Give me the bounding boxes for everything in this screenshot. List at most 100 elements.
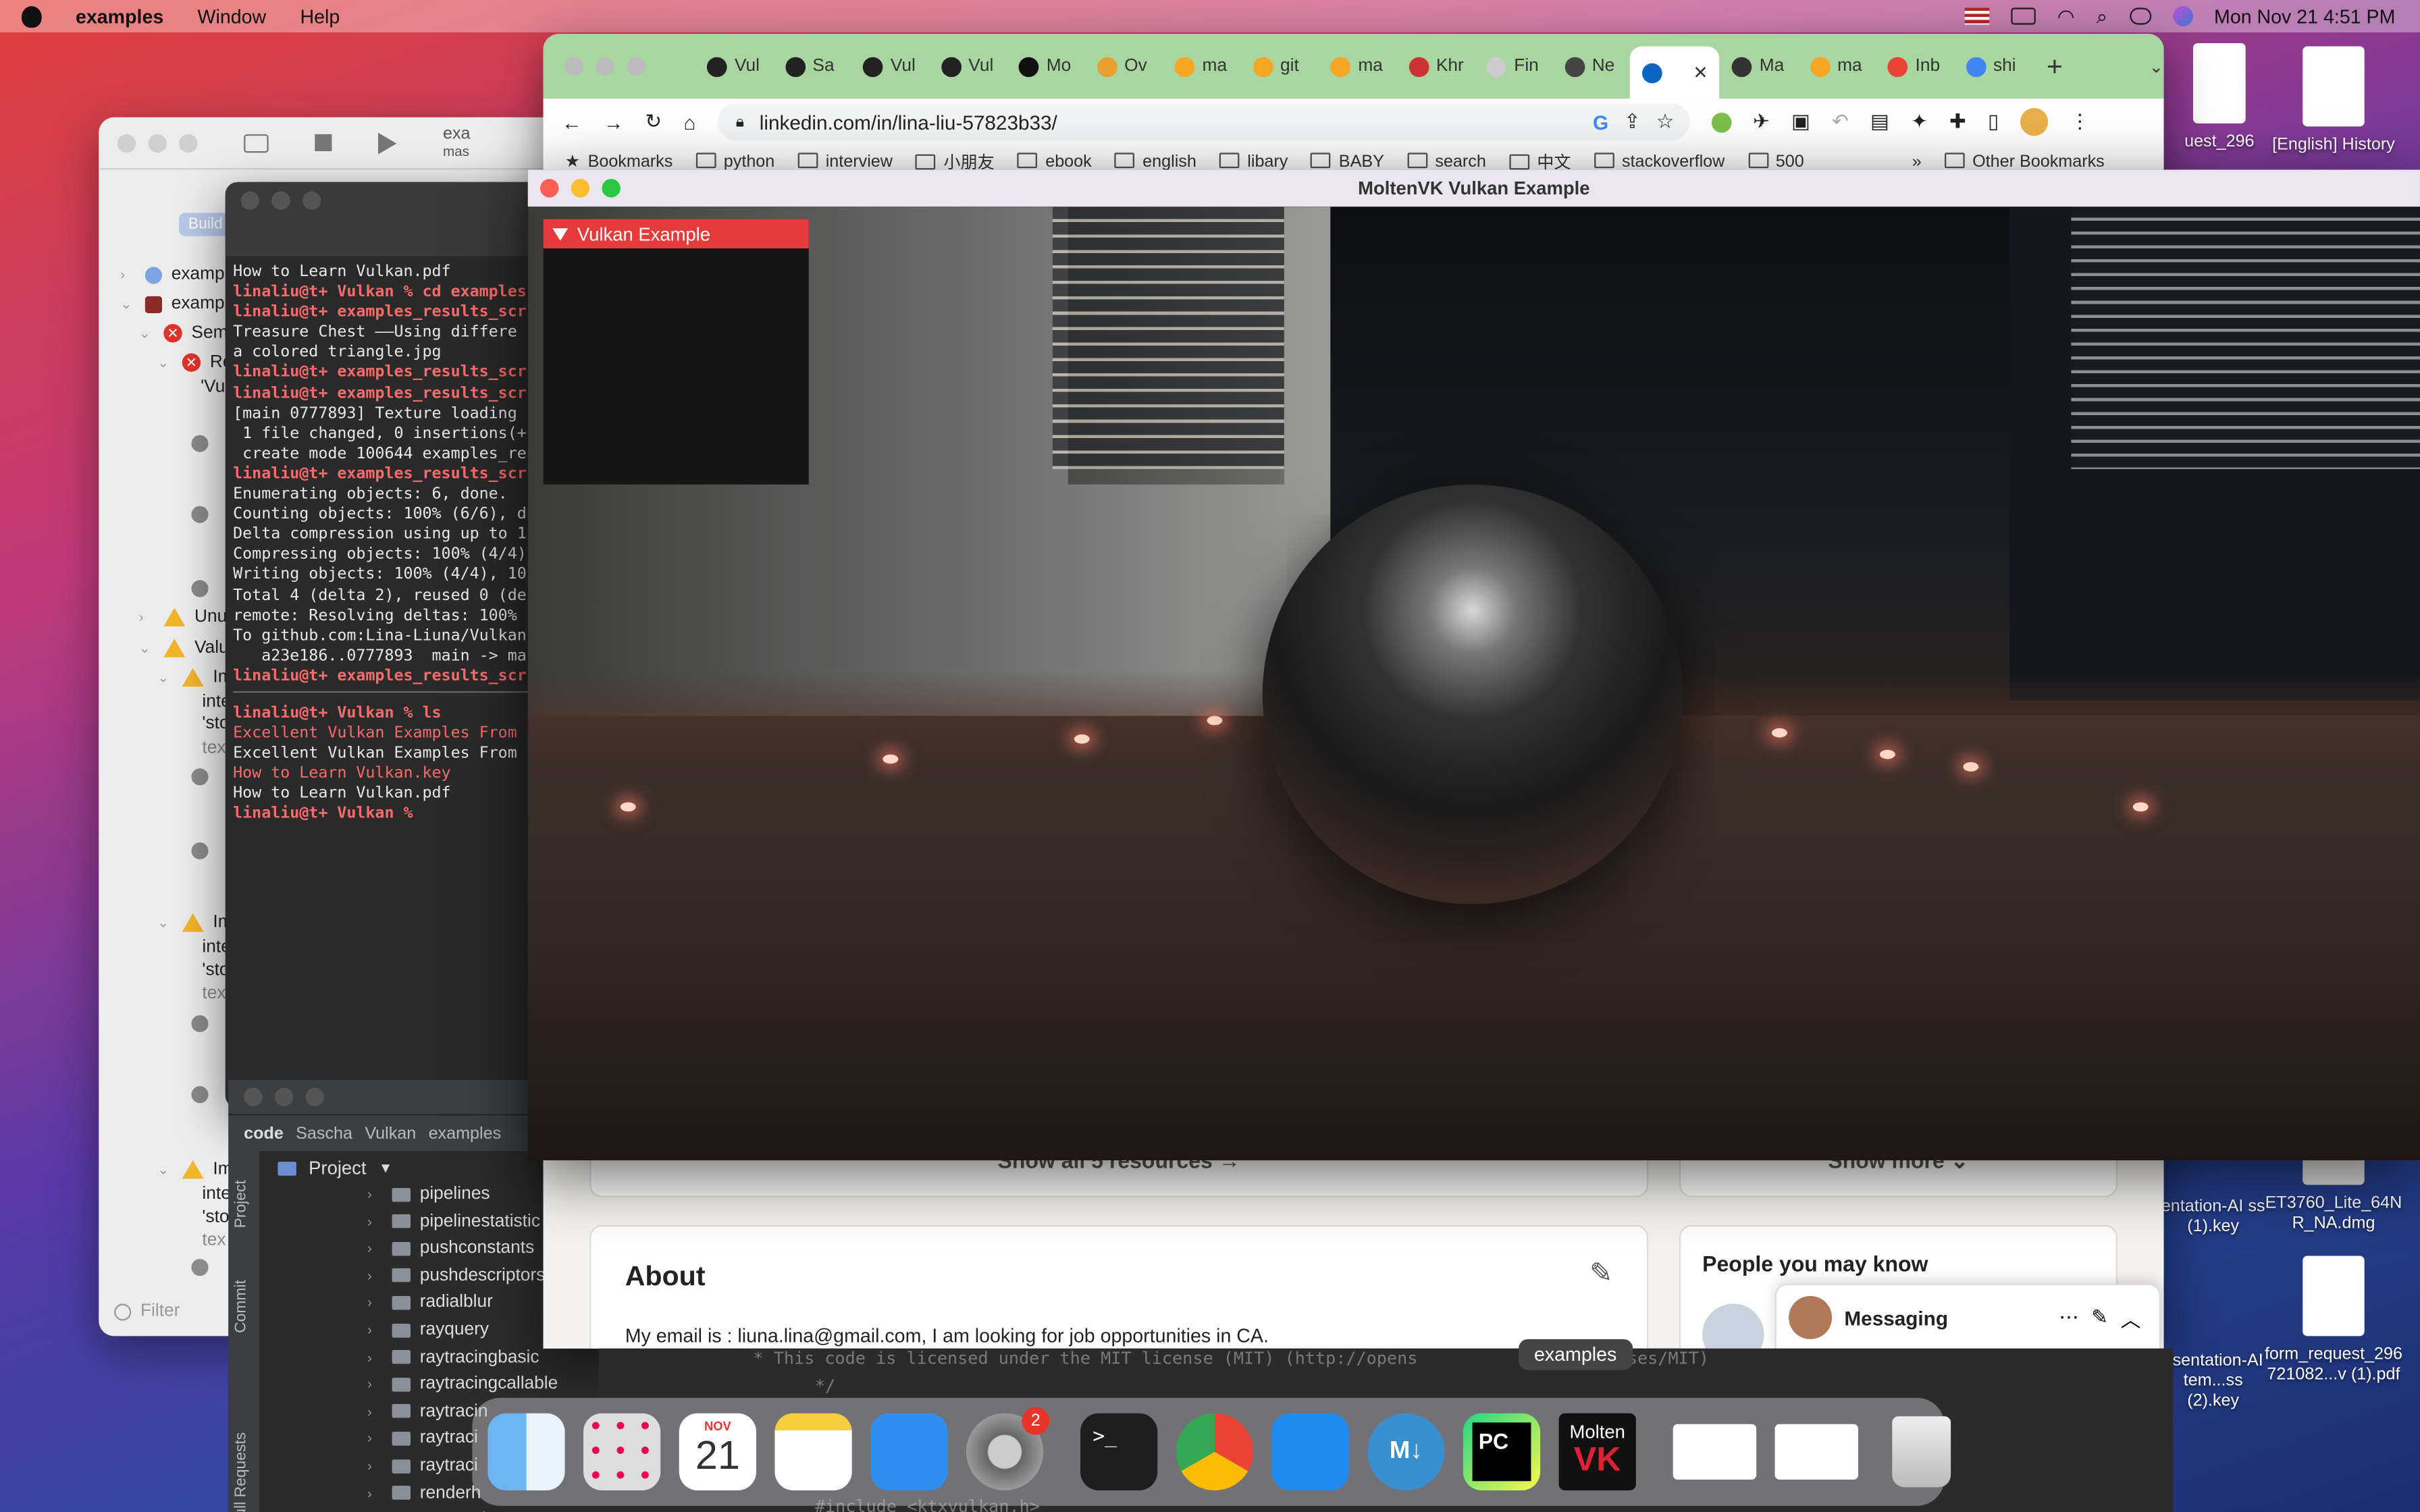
extension-icon[interactable]: ✈ [1753, 109, 1770, 134]
imgui-panel[interactable]: Vulkan Example [543, 219, 809, 485]
bookmark-item[interactable]: 500 [1747, 152, 1804, 171]
chevron-right-icon[interactable]: › [367, 1295, 383, 1311]
bookmark-item[interactable]: english [1115, 152, 1196, 171]
forward-icon[interactable]: → [604, 110, 624, 133]
compose-icon[interactable]: ✎ [2091, 1305, 2108, 1330]
folder-item[interactable]: › pipelinestatistic [367, 1212, 540, 1231]
share-icon[interactable]: ⇪ [1624, 109, 1641, 134]
chevron-right-icon[interactable]: › [367, 1268, 383, 1283]
menu-app-name[interactable]: examples [76, 5, 163, 27]
bookmark-item[interactable]: interview [797, 152, 893, 171]
new-tab-button[interactable]: + [2047, 50, 2063, 82]
folder-item[interactable]: › raytracingbasic [367, 1348, 539, 1366]
browser-tab[interactable]: ma [1162, 56, 1240, 77]
run-icon[interactable] [377, 132, 397, 154]
puzzle-icon[interactable]: ✚ [1949, 109, 1966, 134]
finder-icon[interactable] [488, 1413, 565, 1490]
chevron-right-icon[interactable]: › [367, 1485, 383, 1501]
menu-icon[interactable]: ⋮ [2070, 109, 2090, 134]
trash-icon[interactable] [1892, 1416, 1951, 1488]
desktop-file[interactable]: esentation-AI tem...ss (2).key [2157, 1351, 2269, 1411]
control-center-icon[interactable] [2129, 7, 2151, 25]
chevron-right-icon[interactable]: › [367, 1241, 383, 1256]
battery-icon[interactable] [2011, 7, 2036, 25]
messaging-bar[interactable]: Messaging ⋯ ✎ ︿ [1774, 1283, 2161, 1349]
url-field[interactable]: 🔒︎ linkedin.com/in/lina-liu-57823b33/ G … [717, 103, 1690, 140]
folder-item[interactable]: › raytracingcallable [367, 1375, 558, 1393]
browser-tab[interactable]: Ma [1719, 56, 1797, 77]
browser-tab[interactable]: ma [1318, 56, 1396, 77]
bookmark-item[interactable]: ★ Bookmarks [565, 151, 673, 171]
bookmark-item[interactable]: search [1407, 152, 1486, 171]
chevron-right-icon[interactable]: › [367, 1322, 383, 1338]
chrome-icon[interactable] [1176, 1413, 1253, 1490]
browser-tab[interactable]: Vul [695, 56, 772, 77]
window-controls[interactable] [540, 179, 621, 198]
chevron-right-icon[interactable]: › [367, 1376, 383, 1392]
browser-tab[interactable]: Vul [850, 56, 928, 77]
folder-item[interactable]: › pushdescriptors [367, 1266, 545, 1285]
desktop-file[interactable]: entation-AI ss (1).key [2157, 1197, 2269, 1237]
more-bookmarks-button[interactable]: » [1912, 152, 1922, 170]
side-panel-icon[interactable]: ▯ [1988, 109, 1999, 134]
wifi-icon[interactable]: ◠ [2057, 4, 2075, 29]
bookmark-item[interactable]: stackoverflow [1594, 152, 1725, 171]
folder-item[interactable]: › raytraci [367, 1429, 478, 1447]
back-icon[interactable]: ← [562, 110, 582, 133]
folder-item[interactable]: › rayquery [367, 1321, 489, 1339]
reload-icon[interactable]: ↻ [645, 109, 662, 134]
browser-tab[interactable]: shi [1953, 56, 2031, 77]
more-icon[interactable]: ⋯ [2059, 1305, 2079, 1330]
panel-header[interactable]: Vulkan Example [543, 219, 809, 248]
browser-tab[interactable]: ma [1797, 56, 1875, 77]
chevron-right-icon[interactable]: › [367, 1187, 383, 1202]
browser-tab[interactable]: Mo [1006, 56, 1084, 77]
browser-tab[interactable]: Ov [1084, 56, 1162, 77]
browser-tab[interactable]: git [1240, 56, 1318, 77]
crumb-sascha[interactable]: Sascha [296, 1124, 352, 1142]
avatar[interactable] [1702, 1303, 1764, 1349]
browser-tab[interactable]: Fin [1474, 56, 1552, 77]
window-controls[interactable] [117, 133, 198, 153]
tab-search-icon[interactable]: ⌄ [2149, 56, 2163, 76]
xcode-icon[interactable] [1271, 1413, 1349, 1490]
crumb-code[interactable]: code [244, 1124, 284, 1142]
extension-icon[interactable]: ↶ [1832, 109, 1849, 134]
google-icon[interactable]: G [1593, 110, 1608, 133]
browser-tab[interactable]: Inb [1875, 56, 1953, 77]
folder-item[interactable]: › pushconstants [367, 1239, 534, 1258]
collapse-icon[interactable] [552, 227, 569, 240]
terminal-icon[interactable]: >_ [1080, 1413, 1158, 1490]
recent-doc-icon[interactable] [1673, 1424, 1757, 1480]
extension-icon[interactable]: ▤ [1870, 109, 1889, 134]
search-icon[interactable]: ⌕ [2097, 4, 2108, 29]
crumb-vulkan[interactable]: Vulkan [365, 1124, 416, 1142]
extension-icon[interactable]: ▣ [1791, 109, 1810, 134]
tab-commit[interactable]: Commit [233, 1280, 250, 1333]
menu-window[interactable]: Window [198, 5, 267, 27]
chevron-right-icon[interactable]: › [367, 1404, 383, 1420]
build-tab[interactable]: Build [179, 213, 232, 236]
clock[interactable]: Mon Nov 21 4:51 PM [2214, 5, 2395, 27]
desktop-file[interactable]: [English] History [2253, 46, 2414, 156]
window-controls[interactable] [564, 57, 646, 76]
browser-tab[interactable]: Vul [928, 56, 1006, 77]
desktop-file[interactable]: form_request_296 721082...v (1).pdf [2253, 1256, 2414, 1386]
menu-help[interactable]: Help [300, 5, 340, 27]
close-icon[interactable]: ✕ [1693, 61, 1708, 83]
browser-tab[interactable]: Sa [772, 56, 850, 77]
pycharm-icon[interactable]: PC [1463, 1413, 1541, 1490]
chevron-right-icon[interactable]: › [367, 1458, 383, 1474]
render-viewport[interactable]: Vulkan Example [527, 207, 2420, 1160]
extension-icon[interactable]: ✦ [1911, 109, 1928, 134]
avatar[interactable] [2020, 107, 2049, 136]
keynote-icon[interactable] [870, 1413, 948, 1490]
folder-item[interactable]: › raytraci [367, 1457, 478, 1475]
home-icon[interactable]: ⌂ [683, 110, 695, 133]
terminal-output[interactable]: How to Learn Vulkan.pdf linaliu@t+ Vulkan… [226, 256, 544, 1104]
tab-pull-requests[interactable]: Pull Requests [233, 1432, 250, 1512]
apple-icon[interactable] [21, 5, 42, 27]
other-bookmarks[interactable]: Other Bookmarks [1944, 152, 2105, 171]
launchpad-icon[interactable] [583, 1413, 661, 1490]
chevron-right-icon[interactable]: › [367, 1349, 383, 1365]
